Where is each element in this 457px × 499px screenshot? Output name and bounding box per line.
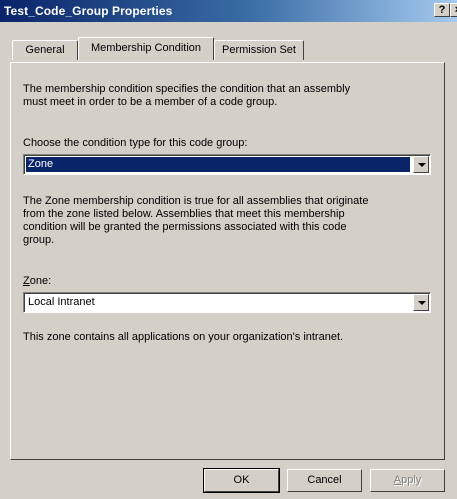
apply-hotkey: A [393,474,402,486]
ok-button[interactable]: OK [203,468,280,493]
zone-label-hotkey: Z [23,275,30,287]
condition-type-value: Zone [26,157,410,172]
apply-label: pply [401,474,422,486]
zone-description-line-2: from the zone listed below. Assemblies t… [23,208,345,220]
cancel-button[interactable]: Cancel [287,469,362,492]
zone-description-line-1: The Zone membership condition is true fo… [23,195,369,207]
intro-text-line-2: must meet in order to be a member of a c… [23,96,278,108]
zone-description-line-4: group. [23,234,55,246]
condition-type-select[interactable]: Zone [23,154,431,175]
chevron-down-icon [418,163,426,167]
close-button[interactable]: × [450,3,457,17]
window-title: Test_Code_Group Properties [4,4,173,18]
chevron-down-icon [418,301,426,305]
title-bar[interactable]: Test_Code_Group Properties ? × [0,0,457,22]
zone-info-text: This zone contains all applications on y… [23,331,344,343]
tab-general[interactable]: General [12,40,78,60]
apply-button[interactable]: Apply [370,469,445,492]
zone-dropdown-button[interactable] [413,294,429,311]
properties-dialog: Test_Code_Group Properties ? × General M… [0,0,457,499]
zone-select[interactable]: Local Intranet [23,292,431,313]
zone-label: Zone: [23,275,51,288]
intro-text-line-1: The membership condition specifies the c… [23,83,351,95]
zone-description-line-3: condition will be granted the permission… [23,221,347,233]
condition-type-label: Choose the condition type for this code … [23,137,248,149]
zone-label-text: one: [29,275,52,287]
condition-type-dropdown-button[interactable] [413,156,429,173]
tab-membership-condition[interactable]: Membership Condition [78,37,214,60]
tab-permission-set[interactable]: Permission Set [214,40,304,60]
tab-panel: The membership condition specifies the c… [10,62,445,460]
tab-bar: General Membership Condition Permission … [0,22,457,62]
zone-value: Local Intranet [28,296,95,308]
help-button[interactable]: ? [434,3,450,17]
